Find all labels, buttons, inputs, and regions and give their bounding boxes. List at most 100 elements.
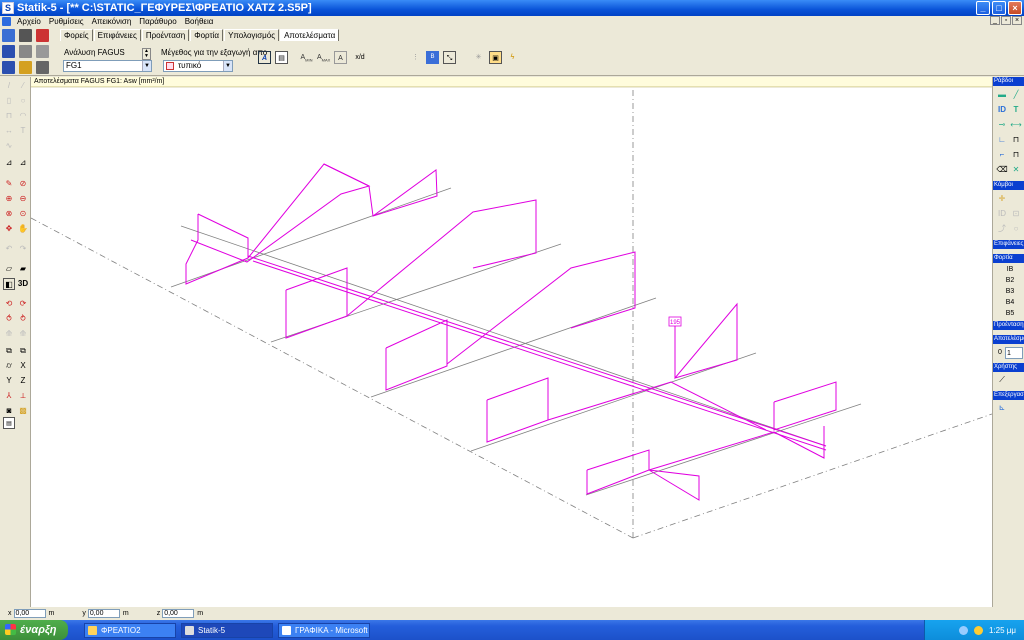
load-case-b3[interactable]: B3 bbox=[997, 288, 1023, 295]
curved-bar-icon[interactable]: ╱ bbox=[1010, 89, 1022, 101]
tab-results[interactable]: Αποτελέσματα bbox=[280, 29, 340, 41]
clock[interactable]: 1:25 μμ bbox=[989, 626, 1016, 635]
min-icon[interactable]: AMIN bbox=[300, 51, 313, 64]
model-view[interactable]: 195 bbox=[31, 88, 992, 607]
section-t-icon[interactable]: T bbox=[1010, 104, 1022, 116]
close-button[interactable]: × bbox=[1008, 1, 1022, 15]
eraser-icon[interactable]: ⌫ bbox=[996, 164, 1008, 176]
transfer-icon[interactable]: ⤡ bbox=[443, 51, 456, 64]
circle-tool-icon[interactable]: ○ bbox=[17, 95, 29, 107]
curve-tool-icon[interactable]: ∿ bbox=[3, 140, 15, 152]
section-results-header[interactable]: Αποτελέσματα bbox=[993, 335, 1024, 344]
section-loads-header[interactable]: Φορτία bbox=[993, 254, 1024, 263]
camera-icon[interactable]: ◙ bbox=[3, 405, 15, 417]
polyline-tool-icon[interactable]: ⁄ bbox=[17, 80, 29, 92]
node-circle-icon[interactable]: ○ bbox=[1010, 223, 1022, 235]
rotate-up-icon[interactable]: ⥀ bbox=[3, 313, 15, 325]
print-icon[interactable] bbox=[19, 29, 32, 42]
edit-axis-icon[interactable]: ⊾ bbox=[996, 402, 1008, 414]
print-preview-icon[interactable] bbox=[19, 45, 32, 58]
lightning-icon[interactable]: ϟ bbox=[506, 51, 519, 64]
rotate-down-icon[interactable]: ⥁ bbox=[17, 313, 29, 325]
rotate-left-icon[interactable]: ⟲ bbox=[3, 298, 15, 310]
zoom-in-icon[interactable]: ⊕ bbox=[3, 193, 15, 205]
zoom-previous-icon[interactable]: ⊙ bbox=[17, 208, 29, 220]
perspective-alt-icon[interactable]: ⟰ bbox=[17, 328, 29, 340]
perspective-icon[interactable]: ⟰ bbox=[3, 328, 15, 340]
axes-icon[interactable]: ⅄ bbox=[3, 390, 15, 402]
frame-tool-icon[interactable]: ⊓ bbox=[3, 110, 15, 122]
tab-calculation[interactable]: Υπολογισμός bbox=[224, 29, 280, 41]
analysis-spinner[interactable]: ▲ ▼ bbox=[142, 48, 151, 60]
doc-restore-button[interactable]: ▫ bbox=[1001, 16, 1011, 25]
reinforcement-icon[interactable]: B bbox=[426, 51, 439, 64]
y-coord-input[interactable]: 0,00 bbox=[87, 608, 120, 618]
rectangle-tool-icon[interactable]: ▯ bbox=[3, 95, 15, 107]
task-folder[interactable]: ΦΡΕΑΤΙΟ2 bbox=[84, 622, 176, 638]
zoom-out-icon[interactable]: ⊖ bbox=[17, 193, 29, 205]
menu-window[interactable]: Παράθυρο bbox=[135, 17, 180, 26]
title-bar[interactable]: S Statik-5 - [** C:\STATIC_ΓΕΦΥΡΕΣ\ΦΡΕΑΤ… bbox=[0, 0, 1024, 16]
load-case-ib[interactable]: IB bbox=[997, 266, 1023, 273]
erase-icon[interactable]: ⊘ bbox=[17, 178, 29, 190]
z-coord-input[interactable]: 0,00 bbox=[162, 608, 195, 618]
minimize-button[interactable]: _ bbox=[976, 1, 990, 15]
x-coord-input[interactable]: 0,00 bbox=[13, 608, 46, 618]
export-icon[interactable]: ▣ bbox=[489, 51, 502, 64]
load-case-b5[interactable]: B5 bbox=[997, 310, 1023, 317]
section-bars-header[interactable]: Ράβδοι bbox=[993, 77, 1024, 86]
render-icon[interactable]: ▩ bbox=[17, 405, 29, 417]
maximize-button[interactable]: □ bbox=[992, 1, 1006, 15]
3d-view-button[interactable]: 3D bbox=[16, 278, 30, 290]
max-icon[interactable]: AMAX bbox=[317, 51, 330, 64]
frame-bar-icon[interactable]: ⊓ bbox=[1010, 134, 1022, 146]
section-icon[interactable]: ⋮ bbox=[409, 51, 422, 64]
app-icon[interactable]: S bbox=[2, 2, 14, 14]
drawing-canvas[interactable]: 195 bbox=[31, 88, 992, 607]
z-axis-button[interactable]: Z bbox=[17, 375, 29, 387]
doc-close-button[interactable]: × bbox=[1012, 16, 1022, 25]
node-add-icon[interactable]: ✛ bbox=[996, 193, 1008, 205]
box-view-alt-icon[interactable]: ⧉ bbox=[17, 345, 29, 357]
section-edit-header[interactable]: Επεξεργασία bbox=[993, 391, 1024, 400]
pan-hand-icon[interactable]: ✋ bbox=[17, 223, 29, 235]
xd-button[interactable]: x/d bbox=[351, 51, 369, 64]
select-tool-icon[interactable]: ⊿ bbox=[3, 157, 15, 169]
beam-bar-icon[interactable]: ⌐ bbox=[996, 149, 1008, 161]
document-icon[interactable] bbox=[2, 17, 11, 26]
load-case-b4[interactable]: B4 bbox=[997, 299, 1023, 306]
user-draw-icon[interactable]: ⟋ bbox=[996, 374, 1008, 386]
tab-prestress[interactable]: Προένταση bbox=[141, 29, 190, 41]
plane-view-icon[interactable]: ▱ bbox=[3, 263, 15, 275]
axes-3d-icon[interactable]: ⟂ bbox=[17, 390, 29, 402]
axis-bar-icon[interactable]: ∟ bbox=[996, 134, 1008, 146]
node-split-icon[interactable]: ⟷ bbox=[1010, 119, 1022, 131]
tools-icon[interactable] bbox=[19, 61, 32, 74]
menu-settings[interactable]: Ρυθμίσεις bbox=[45, 17, 88, 26]
text-tool-icon[interactable]: T bbox=[17, 125, 29, 137]
volume-icon[interactable] bbox=[973, 625, 983, 635]
section-user-header[interactable]: Χρήστης bbox=[993, 363, 1024, 372]
x-axis-button[interactable]: X bbox=[17, 360, 29, 372]
line-tool-icon[interactable]: / bbox=[3, 80, 15, 92]
rotate-right-icon[interactable]: ⟳ bbox=[17, 298, 29, 310]
analysis-select[interactable]: FG1 ▼ bbox=[63, 60, 152, 72]
section-nodes-header[interactable]: Κόμβοι bbox=[993, 181, 1024, 190]
scale-a-icon[interactable]: A bbox=[334, 51, 347, 64]
section-prestress-header[interactable]: Προένταση bbox=[993, 321, 1024, 330]
2d-view-icon[interactable]: ◧ bbox=[3, 278, 15, 290]
tab-bodies[interactable]: Φορείς bbox=[60, 29, 93, 41]
undo-icon[interactable]: ↶ bbox=[3, 243, 15, 255]
node-connect-icon[interactable]: ⊸ bbox=[996, 119, 1008, 131]
id-icon[interactable]: ID bbox=[996, 104, 1008, 116]
task-statik[interactable]: Statik-5 bbox=[181, 622, 273, 638]
box-view-icon[interactable]: ⧉ bbox=[3, 345, 15, 357]
new-file-icon[interactable] bbox=[2, 29, 15, 42]
tab-surfaces[interactable]: Επιφάνειες bbox=[93, 29, 141, 41]
chevron-down-icon[interactable]: ▼ bbox=[223, 61, 232, 71]
pointer-icon[interactable] bbox=[36, 29, 49, 42]
chevron-down-icon[interactable]: ▼ bbox=[142, 61, 151, 71]
dimension-tool-icon[interactable]: ↔ bbox=[3, 125, 15, 137]
arc-tool-icon[interactable]: ◠ bbox=[17, 110, 29, 122]
start-button[interactable]: έναρξη bbox=[0, 620, 68, 640]
